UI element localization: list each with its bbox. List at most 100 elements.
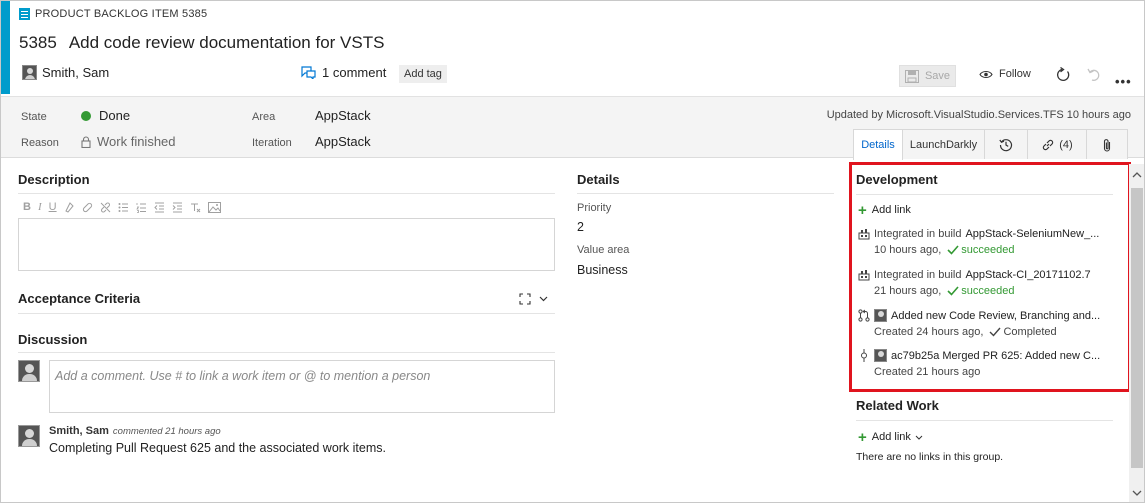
acceptance-criteria-controls [519,293,548,305]
avatar [18,360,40,382]
plus-icon: + [858,428,867,446]
save-button[interactable]: Save [899,65,956,87]
scroll-up-arrow-icon[interactable] [1131,171,1143,179]
bullet-list-icon[interactable] [118,202,129,213]
work-item-type-label: PRODUCT BACKLOG ITEM 5385 [35,8,208,20]
header-fields-bar: State Done Reason Work finished Area App… [1,96,1144,160]
scrollbar-thumb[interactable] [1131,188,1143,468]
avatar [18,425,40,447]
undo-icon[interactable] [1087,67,1101,83]
comment-timestamp: commented 21 hours ago [112,426,221,437]
development-link-item[interactable]: ac79b25a Merged PR 625: Added new C... C… [858,349,1103,378]
commit-time: Created 21 hours ago [874,366,981,378]
add-tag-button[interactable]: Add tag [399,65,447,83]
tab-attachments[interactable] [1086,129,1128,159]
state-value: Done [99,108,131,123]
description-divider [18,193,555,194]
state-done-dot-icon [81,110,91,121]
reason-value: Work finished [97,134,176,149]
comment-header: Smith, Sam commented 21 hours ago [49,425,221,437]
value-area-value[interactable]: Business [577,263,628,277]
backlog-item-icon [19,8,30,20]
paperclip-icon [1103,138,1111,152]
acceptance-criteria-title: Acceptance Criteria [18,291,141,306]
development-title: Development [856,172,938,187]
development-link-item[interactable]: Integrated in build AppStack-CI_20171102… [858,269,1103,297]
assigned-to-field[interactable]: Smith, Sam [22,65,109,80]
eye-icon [979,70,993,78]
build-prefix: Integrated in build [874,269,962,281]
related-work-add-link-button[interactable]: + Add link [858,428,923,446]
rich-text-toolbar: B I U [23,201,221,213]
form-tabs: Details LaunchDarkly (4) [853,129,1128,160]
area-label: Area [252,111,276,123]
commit-name[interactable]: ac79b25a Merged PR 625: Added new C... [891,350,1100,362]
work-item-title[interactable]: Add code review documentation for VSTS [69,33,385,53]
italic-icon[interactable]: I [38,201,42,213]
comment-author[interactable]: Smith, Sam [49,425,109,437]
image-icon[interactable] [207,201,221,213]
tab-history[interactable] [984,129,1028,159]
tab-links[interactable]: (4) [1027,129,1087,159]
reason-label: Reason [21,137,59,149]
avatar [22,65,37,80]
link-icon[interactable] [82,202,93,213]
history-icon [999,138,1013,151]
area-value[interactable]: AppStack [315,108,371,123]
reason-field[interactable]: Work finished [81,134,176,149]
tab-launchdarkly[interactable]: LaunchDarkly [902,129,985,159]
build-time: 10 hours ago, [874,244,942,256]
expand-icon[interactable] [519,293,531,305]
outdent-icon[interactable] [153,202,165,213]
indent-icon[interactable] [172,202,183,213]
acceptance-criteria-divider [18,313,555,314]
add-link-label: Add link [871,431,911,443]
chevron-down-icon[interactable] [539,296,548,302]
development-link-item[interactable]: Integrated in build AppStack-SeleniumNew… [858,228,1103,256]
comment-body: Completing Pull Request 625 and the asso… [49,441,386,455]
build-icon [858,269,870,281]
development-divider [856,194,1113,195]
tab-details[interactable]: Details [853,129,903,160]
follow-button-label: Follow [999,68,1031,80]
follow-button[interactable]: Follow [979,68,1031,80]
build-name[interactable]: AppStack-SeleniumNew_... [965,228,1099,240]
build-time: 21 hours ago, [874,285,942,297]
related-work-title: Related Work [856,398,939,413]
highlight-icon[interactable] [64,201,75,213]
iteration-label: Iteration [252,137,292,149]
priority-label: Priority [577,202,612,214]
underline-icon[interactable]: U [49,201,57,213]
refresh-icon[interactable] [1056,67,1071,83]
description-editor[interactable] [18,218,555,271]
updated-by-text: Updated by Microsoft.VisualStudio.Servic… [826,109,1131,121]
assigned-to-name: Smith, Sam [42,65,110,80]
links-count: (4) [1059,138,1073,151]
bold-icon[interactable]: B [23,201,31,213]
development-add-link-button[interactable]: + Add link [858,203,911,218]
avatar [874,309,887,322]
unlink-icon[interactable] [100,202,111,213]
priority-value[interactable]: 2 [577,220,584,234]
check-icon [989,327,1001,337]
state-field[interactable]: Done [81,108,130,123]
build-name[interactable]: AppStack-CI_20171102.7 [965,269,1090,281]
numbered-list-icon[interactable] [135,202,147,213]
pull-request-status-label: Completed [1003,326,1057,338]
scroll-down-arrow-icon[interactable] [1131,489,1143,497]
check-icon [947,286,959,296]
check-icon [947,245,959,255]
comments-link[interactable]: 1 comment [301,65,386,80]
comment-icon [301,66,316,79]
build-status-label: succeeded [961,285,1015,297]
work-item-title-row[interactable]: 5385 Add code review documentation for V… [19,33,384,53]
work-item-type-color-bar [1,1,10,94]
development-link-item[interactable]: Added new Code Review, Branching and... … [858,309,1103,338]
more-actions-icon[interactable]: ••• [1115,74,1132,89]
build-status-label: succeeded [961,244,1015,256]
clear-format-icon[interactable] [190,202,201,213]
comment-input[interactable]: Add a comment. Use # to link a work item… [49,360,555,413]
pull-request-name[interactable]: Added new Code Review, Branching and... [891,310,1100,322]
pull-request-icon [858,309,870,322]
iteration-value[interactable]: AppStack [315,134,371,149]
